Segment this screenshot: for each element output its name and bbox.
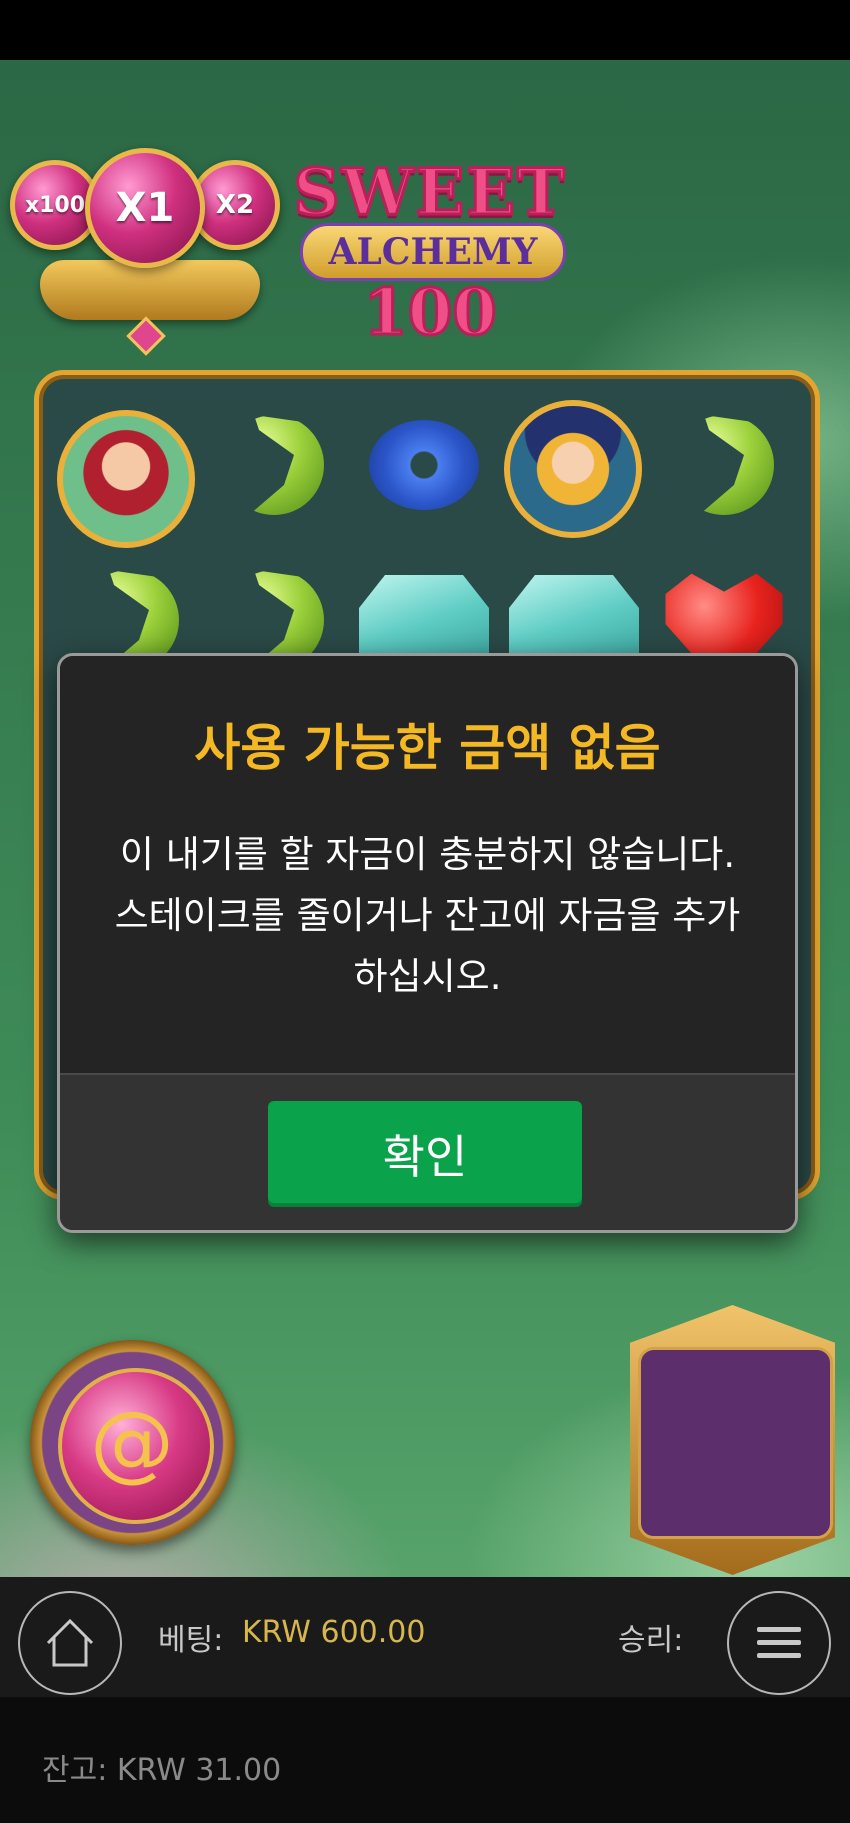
multiplier-base (40, 260, 260, 320)
dialog-footer: 확인 (60, 1073, 795, 1230)
status-bar (0, 0, 850, 60)
bet-value: KRW 600.00 (242, 1615, 426, 1650)
logo-100: 100 (362, 274, 499, 352)
multiplier-orb-x1: X1 (85, 148, 205, 268)
bottom-bar: 베팅: KRW 600.00 승리: (0, 1577, 850, 1697)
home-button[interactable] (18, 1591, 122, 1695)
dialog-title: 사용 가능한 금액 없음 (194, 719, 661, 777)
win-label: 승리: (618, 1623, 684, 1658)
blue-donut-icon (369, 420, 479, 510)
bet-label: 베팅: (158, 1623, 224, 1658)
insufficient-funds-dialog: 사용 가능한 금액 없음 이 내기를 할 자금이 충분하지 않습니다. 스테이크… (57, 653, 798, 1233)
swirl-icon: @ (90, 1393, 174, 1491)
blonde-witch-avatar (504, 400, 642, 538)
feature-buy-inner[interactable] (638, 1347, 833, 1539)
hamburger-menu-icon (757, 1627, 801, 1658)
ok-button[interactable]: 확인 (268, 1101, 582, 1207)
green-bean-icon (249, 415, 324, 515)
logo-alchemy: ALCHEMY (300, 223, 566, 281)
balance-text: 잔고: KRW 31.00 (42, 1753, 282, 1788)
game-logo: SWEET ALCHEMY 100 (270, 115, 590, 352)
feature-buy-panel[interactable] (630, 1305, 835, 1575)
logo-sweet: SWEET (292, 154, 567, 232)
menu-button[interactable] (727, 1591, 831, 1695)
dialog-message: 이 내기를 할 자금이 충분하지 않습니다. 스테이크를 줄이거나 잔고에 자금… (114, 833, 741, 998)
spin-button[interactable]: @ (30, 1340, 235, 1545)
green-bean-icon (699, 415, 774, 515)
home-icon (46, 1618, 94, 1667)
dialog-body: 사용 가능한 금액 없음 이 내기를 할 자금이 충분하지 않습니다. 스테이크… (60, 656, 795, 1073)
balance-bar: 잔고: KRW 31.00 (0, 1697, 850, 1823)
gem-icon (126, 316, 166, 356)
green-haired-witch-avatar (57, 410, 195, 548)
